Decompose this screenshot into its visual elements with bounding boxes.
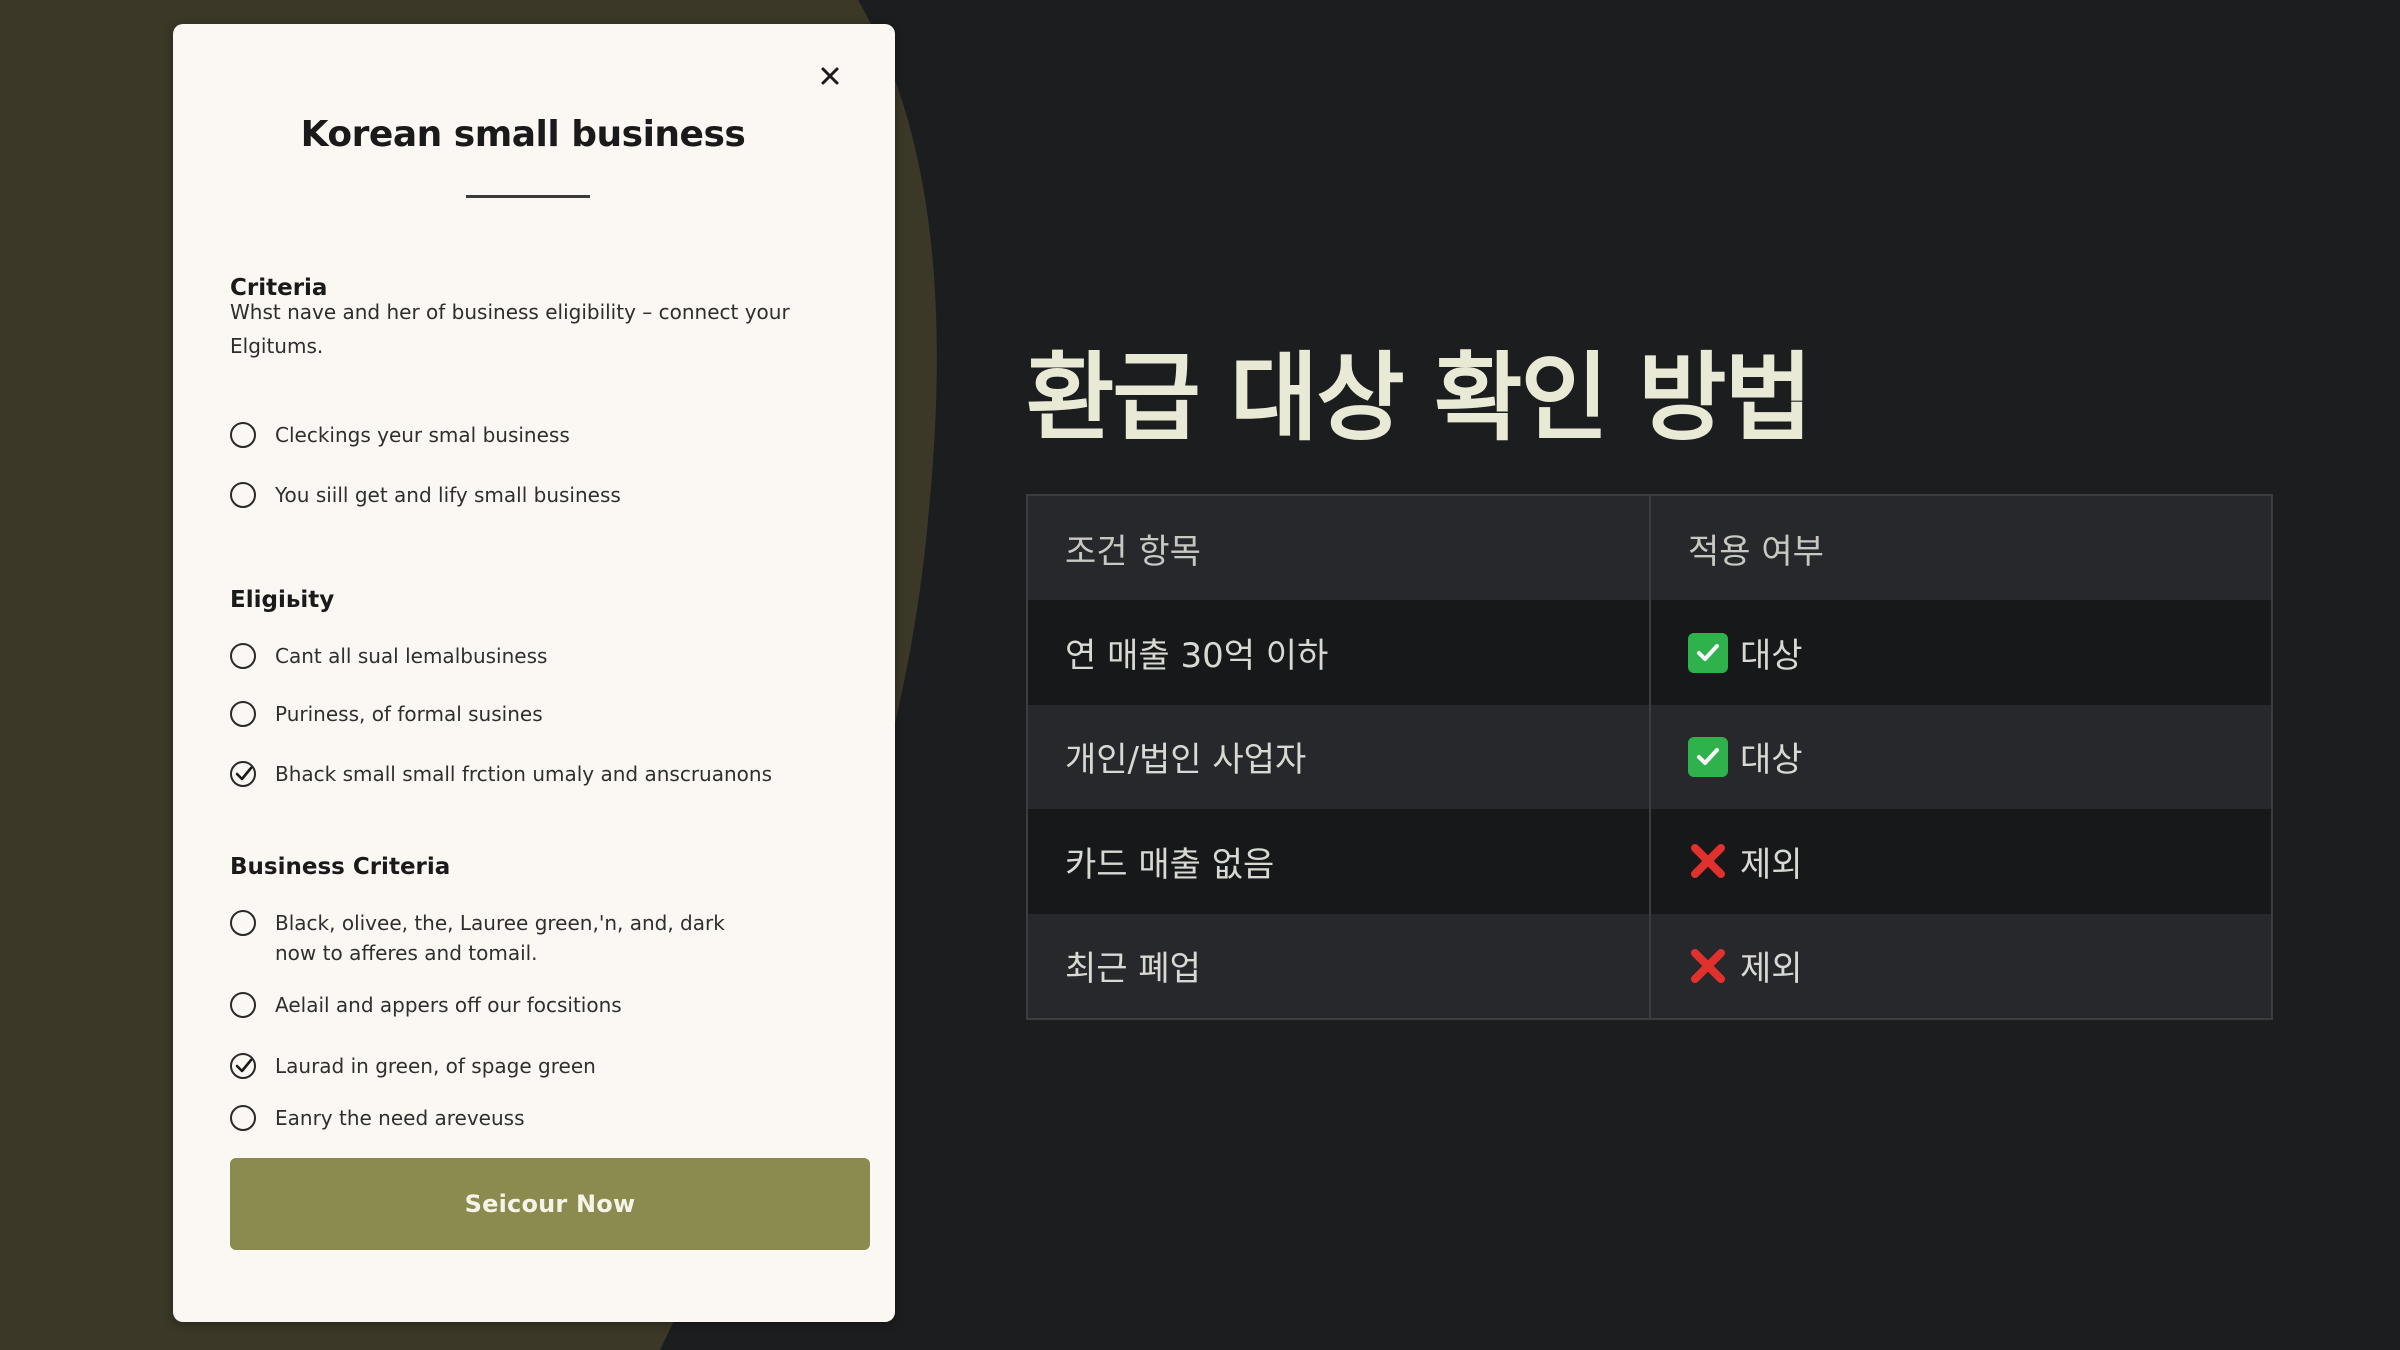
radio-button-checked[interactable] — [230, 761, 256, 787]
radio-button[interactable] — [230, 422, 256, 448]
option-label: You siill get and lify small business — [275, 483, 621, 507]
radio-button-checked[interactable] — [230, 1053, 256, 1079]
radio-button[interactable] — [230, 992, 256, 1018]
table-row: 최근 폐업 제외 — [1028, 913, 2271, 1018]
criteria-option-2[interactable]: You siill get and lify small business — [230, 480, 621, 510]
close-button[interactable] — [810, 58, 850, 98]
option-label: Puriness, of formal susines — [275, 702, 543, 726]
eligibility-option-2[interactable]: Puriness, of formal susines — [230, 699, 543, 729]
table-row: 연 매출 30억 이하 대상 — [1028, 600, 2271, 705]
business-option-4[interactable]: Eanry the need areveuss — [230, 1103, 525, 1133]
business-criteria-heading: Business Criteria — [230, 854, 451, 880]
option-label: Aelail and appers off our focsitions — [275, 993, 622, 1017]
check-mark-icon — [235, 766, 253, 781]
option-label: Laurad in green, of spage green — [275, 1054, 596, 1078]
eligibility-heading: Eligiьity — [230, 587, 335, 613]
table-row: 개인/법인 사업자 대상 — [1028, 704, 2271, 810]
table-header-cell: 조건 항목 — [1028, 496, 1651, 601]
option-label-line-2: now to afferes and tomail. — [275, 941, 538, 965]
option-label: Cant all sual lemalbusiness — [275, 644, 548, 668]
cross-mark-icon — [1688, 841, 1728, 881]
option-label: Eanry the need areveuss — [275, 1106, 525, 1130]
check-mark-icon — [1688, 632, 1728, 673]
modal-card: Korean small business Criteria Whst nave… — [173, 24, 895, 1322]
eligibility-option-3[interactable]: Bhack small small frction umaly and ansc… — [230, 759, 772, 789]
status-label: 제외 — [1740, 949, 1803, 990]
page-title: 환급 대상 확인 방법 — [1026, 342, 1813, 454]
radio-button[interactable] — [230, 643, 256, 669]
business-option-1[interactable]: Black, olivee, the, Lauree green,'n, and… — [230, 908, 725, 968]
option-label: Cleckings yeur smal business — [275, 423, 570, 447]
cross-mark-icon — [1688, 946, 1728, 986]
criteria-option-1[interactable]: Cleckings yeur smal business — [230, 420, 570, 450]
check-mark-icon — [235, 1058, 253, 1073]
status-cell: 대상 — [1651, 600, 2271, 704]
check-mark-icon — [1688, 736, 1728, 777]
condition-cell: 개인/법인 사업자 — [1028, 704, 1651, 810]
option-label: Bhack small small frction umaly and ansc… — [275, 762, 772, 786]
eligibility-option-1[interactable]: Cant all sual lemalbusiness — [230, 641, 547, 671]
title-divider — [466, 195, 590, 198]
option-label: Black, olivee, the, Lauree green,'n, and… — [275, 908, 725, 968]
business-option-2[interactable]: Aelail and appers off our focsitions — [230, 990, 622, 1020]
table-row: 카드 매출 없음 제외 — [1028, 809, 2271, 914]
table-header-row: 조건 항목 적용 여부 — [1028, 496, 2271, 601]
radio-button[interactable] — [230, 1105, 256, 1131]
radio-button[interactable] — [230, 701, 256, 727]
table-header-cell: 적용 여부 — [1688, 531, 1824, 572]
radio-button[interactable] — [230, 910, 256, 936]
close-icon — [820, 66, 840, 90]
condition-cell: 최근 폐업 — [1028, 913, 1651, 1018]
status-cell: 제외 — [1651, 914, 2271, 1018]
criteria-description: Whst nave and her of business eligibilit… — [230, 300, 790, 358]
modal-title: Korean small business — [300, 114, 746, 155]
status-label: 대상 — [1740, 636, 1803, 677]
condition-cell: 카드 매출 없음 — [1028, 809, 1651, 914]
eligibility-table: 조건 항목 적용 여부 연 매출 30억 이하 대상 개인/법인 사업자 대상 … — [1026, 494, 2273, 1020]
option-label-line-1: Black, olivee, the, Lauree green,'n, and… — [275, 911, 725, 935]
business-option-3[interactable]: Laurad in green, of spage green — [230, 1051, 596, 1081]
status-cell: 제외 — [1651, 809, 2271, 913]
status-cell: 대상 — [1651, 705, 2271, 809]
condition-cell: 연 매출 30억 이하 — [1028, 600, 1651, 705]
radio-button[interactable] — [230, 482, 256, 508]
status-label: 대상 — [1740, 740, 1803, 781]
status-label: 제외 — [1740, 844, 1803, 885]
submit-button[interactable]: Seicour Now — [230, 1158, 870, 1250]
